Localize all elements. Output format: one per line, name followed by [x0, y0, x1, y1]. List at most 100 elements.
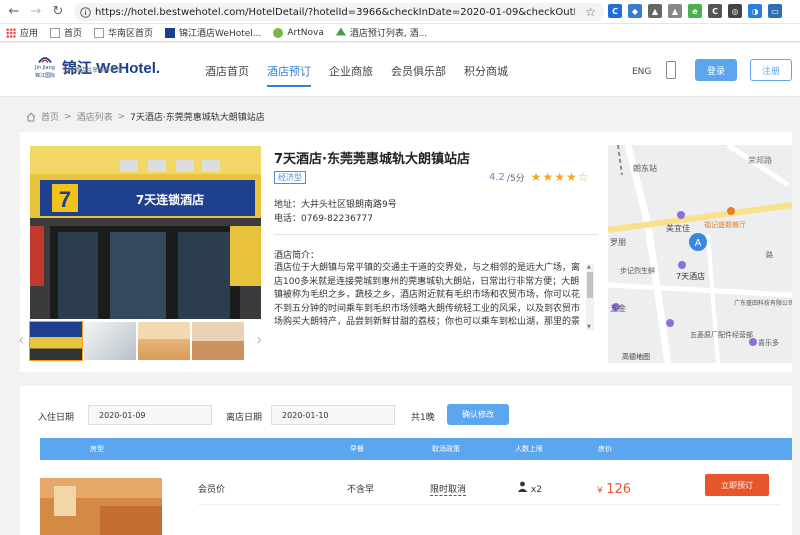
- extension-icon[interactable]: ◎: [728, 4, 742, 18]
- rate-name: 会员价: [198, 485, 226, 495]
- rating-score: 4.2: [489, 171, 505, 183]
- hotel-location-map[interactable]: A 朗东站 荣邦路 福记盛鹅餐厅 美宜佳 罗朋 步记烈生鲜 7天酒店 五金 广东…: [608, 145, 792, 363]
- photo-thumbnail[interactable]: [138, 322, 190, 360]
- photo-thumbnail[interactable]: [84, 322, 136, 360]
- bookmark-star-icon[interactable]: ☆: [585, 5, 596, 19]
- svg-text:荣邦路: 荣邦路: [748, 155, 772, 165]
- svg-text:喜乐多: 喜乐多: [758, 338, 779, 347]
- svg-text:广东盛田科技有限公司(西门): 广东盛田科技有限公司(西门): [734, 299, 792, 307]
- photo-thumbnail[interactable]: [29, 321, 83, 361]
- bookmark-home[interactable]: 首页: [50, 26, 82, 39]
- photo-thumbnail[interactable]: [192, 322, 244, 360]
- register-button[interactable]: 注册: [750, 59, 792, 81]
- checkin-label: 入住日期: [38, 413, 75, 423]
- hotel-sign-text: 7天连锁酒店: [136, 192, 204, 207]
- address-bar[interactable]: https://hotel.bestwehotel.com/HotelDetai…: [74, 3, 604, 21]
- reload-icon[interactable]: ↻: [50, 4, 66, 20]
- logo-mark-text: Jin Jiang: [35, 65, 55, 71]
- scroll-up-icon[interactable]: ▲: [587, 264, 591, 270]
- nav-points-mall[interactable]: 积分商城: [464, 63, 508, 87]
- extension-icon[interactable]: e: [688, 4, 702, 18]
- nav-member-club[interactable]: 会员俱乐部: [391, 63, 446, 87]
- svg-text:五金: 五金: [610, 303, 626, 313]
- room-image: [40, 478, 162, 535]
- hotel-rating: 4.2 /5分 ★★★★☆: [489, 170, 589, 184]
- info-icon[interactable]: [80, 6, 91, 18]
- svg-text:7天酒店: 7天酒店: [676, 271, 705, 281]
- svg-text:步记烈生鲜: 步记烈生鲜: [620, 266, 655, 275]
- logo-tagline: 全球酒店共享服务平台: [62, 67, 123, 74]
- svg-text:朗东站: 朗东站: [633, 163, 657, 173]
- hotel-intro-title: 酒店简介：: [274, 251, 320, 261]
- bookmark-south-china[interactable]: 华南区首页: [94, 26, 153, 39]
- nav-hotel-home[interactable]: 酒店首页: [205, 63, 249, 87]
- bookmark-hotel-list[interactable]: 酒店预订列表, 酒...: [335, 26, 427, 39]
- booking-section: 入住日期 2020-01-09 离店日期 2020-01-10 共1晚 确认修改…: [20, 386, 792, 535]
- logo-mark-sub: 锦江国际: [34, 73, 55, 79]
- room-table-header: 房型 早餐 取消政策 人数上限 房价: [40, 438, 792, 460]
- back-icon[interactable]: ←: [6, 4, 22, 20]
- breadcrumb-hotel-list[interactable]: 酒店列表: [77, 110, 113, 123]
- thumb-prev-arrow[interactable]: ‹: [18, 330, 24, 349]
- jinjiang-favicon-icon: [165, 27, 176, 38]
- extension-icon[interactable]: C: [608, 4, 622, 18]
- nav-business-travel[interactable]: 企业商旅: [329, 63, 373, 87]
- nav-hotel-booking[interactable]: 酒店预订: [267, 63, 311, 87]
- hotel-main-photo[interactable]: 7 7天连锁酒店: [30, 146, 261, 319]
- svg-text:美宜佳: 美宜佳: [666, 223, 690, 233]
- tree-favicon-icon: [335, 27, 346, 36]
- checkin-date-input[interactable]: 2020-01-09: [88, 405, 212, 425]
- login-button[interactable]: 登录: [695, 59, 737, 81]
- forward-icon[interactable]: →: [28, 4, 44, 20]
- hotel-category-badge: 经济型: [274, 171, 306, 184]
- room-photo[interactable]: [40, 478, 162, 535]
- url-text: https://hotel.bestwehotel.com/HotelDetai…: [95, 6, 575, 18]
- checkout-date-input[interactable]: 2020-01-10: [271, 405, 395, 425]
- book-now-button[interactable]: 立即预订: [705, 474, 769, 496]
- bookmark-artnova[interactable]: ArtNova: [273, 27, 324, 38]
- extension-icon[interactable]: ▲: [668, 4, 682, 18]
- scroll-down-icon[interactable]: ▼: [587, 324, 591, 330]
- extension-icon[interactable]: ▲: [648, 4, 662, 18]
- hotel-sign-logo: 7: [59, 187, 71, 212]
- extension-icon[interactable]: ▭: [768, 4, 782, 18]
- bookmark-apps[interactable]: 应用: [6, 26, 38, 39]
- language-switch[interactable]: ENG: [632, 67, 651, 77]
- extension-icon[interactable]: ◆: [628, 4, 642, 18]
- extension-icon[interactable]: C: [708, 4, 722, 18]
- jinjiang-logo-icon: [38, 57, 52, 64]
- bookmark-wehotel[interactable]: 锦江酒店WeHotel...: [165, 26, 261, 39]
- breadcrumb-home[interactable]: 首页: [41, 110, 59, 123]
- mobile-phone-icon[interactable]: [666, 61, 676, 79]
- svg-text:路: 路: [766, 250, 773, 259]
- checkout-label: 离店日期: [226, 413, 263, 423]
- bookmarks-bar: 应用 首页 华南区首页 锦江酒店WeHotel... ArtNova 酒店预订列…: [0, 24, 800, 42]
- intro-scrollbar[interactable]: ▲ ▼: [586, 264, 594, 330]
- svg-text:福记盛鹅餐厅: 福记盛鹅餐厅: [704, 220, 746, 229]
- page-icon: [94, 27, 105, 38]
- rating-stars-icon: ★★★★☆: [530, 170, 590, 184]
- rating-unit: /5分: [506, 173, 525, 184]
- thumb-next-arrow[interactable]: ›: [256, 330, 262, 349]
- svg-text:罗朋: 罗朋: [610, 238, 626, 247]
- person-icon: [517, 481, 528, 492]
- jinjiang-mark: Jin Jiang 锦江国际: [34, 55, 56, 79]
- map-canvas: A 朗东站 荣邦路 福记盛鹅餐厅 美宜佳 罗朋 步记烈生鲜 7天酒店 五金 广东…: [608, 145, 792, 363]
- hotel-address: 地址：大井头社区银朗南路9号: [274, 200, 397, 210]
- nights-count: 共1晚: [411, 413, 435, 423]
- extension-icon[interactable]: ◑: [748, 4, 762, 18]
- artnova-favicon-icon: [273, 27, 284, 38]
- apps-grid-icon: [6, 27, 16, 38]
- breadcrumb-current: 7天酒店·东莞莞惠城轨大朗镇站店: [130, 113, 265, 123]
- col-breakfast: 早餐: [350, 445, 364, 453]
- cancel-policy-link[interactable]: 限时取消: [430, 482, 467, 496]
- col-price: 房价: [598, 445, 612, 453]
- confirm-change-button[interactable]: 确认修改: [447, 404, 509, 425]
- scrollbar-thumb[interactable]: [587, 272, 593, 298]
- svg-text:五菱原厂配件经营部: 五菱原厂配件经营部: [690, 330, 753, 339]
- hotel-phone: 电话：0769-82236777: [274, 214, 373, 224]
- col-room-type: 房型: [90, 445, 104, 453]
- hotel-info-card: 7 7天连锁酒店 ‹ › 7天酒店·东莞莞惠城轨大朗镇站店 经济型 4.2 /5…: [18, 132, 792, 372]
- map-marker[interactable]: A: [695, 238, 702, 249]
- row-divider: [198, 504, 780, 505]
